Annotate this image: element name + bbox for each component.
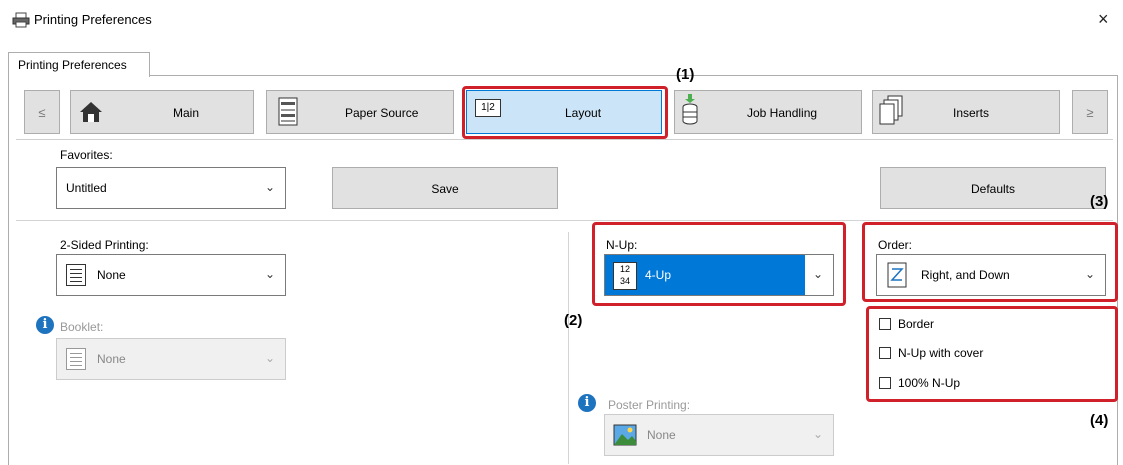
callout-2: (2) [564,312,583,329]
nup-label: N-Up: [606,238,638,252]
info-icon: i [578,394,596,412]
chevron-down-icon: ⌄ [264,351,275,365]
booklet-value: None [97,352,126,366]
chevron-down-icon: ⌄ [264,180,275,194]
nup-value: 4-Up [645,268,672,282]
order-label: Order: [878,238,913,252]
two-sided-label: 2-Sided Printing: [60,238,149,252]
home-icon [80,102,102,122]
favorites-select[interactable]: Untitled ⌄ [56,167,286,209]
scroll-right-button[interactable]: ≥ [1072,90,1108,134]
window-title: Printing Preferences [34,12,152,27]
order-z-icon [887,262,907,288]
chevron-down-icon: ⌄ [264,267,275,281]
nup-select[interactable]: 12 34 4-Up ⌄ [604,254,834,296]
paper-tray-icon [278,97,298,126]
scroll-left-button[interactable]: ≤ [24,90,60,134]
job-handling-icon [682,94,698,125]
document-icon [66,264,86,286]
poster-label: Poster Printing: [608,398,691,412]
nav-inserts-label: Inserts [953,106,990,120]
document-icon [66,348,86,370]
callout-4: (4) [1090,412,1109,429]
nup-with-cover-label: N-Up with cover [898,346,984,360]
full-nup-label: 100% N-Up [898,376,961,390]
chevron-down-icon: ⌄ [812,267,823,281]
order-value: Right, and Down [921,268,1010,282]
full-nup-checkbox[interactable] [879,377,891,389]
border-checkbox[interactable] [879,318,891,330]
section-divider [16,220,1113,221]
poster-select[interactable]: None ⌄ [604,414,834,456]
vertical-divider [568,232,569,464]
border-label: Border [898,317,935,331]
close-button[interactable]: × [1098,9,1109,30]
favorites-label: Favorites: [60,148,113,162]
info-icon: i [36,316,54,334]
nup-with-cover-checkbox[interactable] [879,347,891,359]
nav-paper-source-button[interactable]: Paper Source [266,90,454,134]
callout-3: (3) [1090,193,1109,210]
two-sided-value: None [97,268,126,282]
nav-main-button[interactable]: Main [70,90,254,134]
highlight-box-1 [462,86,668,139]
nav-paper-source-label: Paper Source [345,106,419,120]
two-sided-select[interactable]: None ⌄ [56,254,286,296]
order-select[interactable]: Right, and Down ⌄ [876,254,1106,296]
save-button[interactable]: Save [332,167,558,209]
booklet-select[interactable]: None ⌄ [56,338,286,380]
chevron-down-icon: ⌄ [1084,267,1095,281]
tab-label: Printing Preferences [18,58,127,72]
nav-job-handling-label: Job Handling [747,106,818,120]
booklet-label: Booklet: [60,320,104,334]
inserts-icon [879,95,903,125]
defaults-button[interactable]: Defaults [880,167,1106,209]
favorites-value: Untitled [66,181,107,195]
nup-4-icon: 12 34 [613,262,637,290]
nav-main-label: Main [173,106,200,120]
chevron-down-icon: ⌄ [812,427,823,441]
tab-printing-preferences[interactable]: Printing Preferences [8,52,150,77]
nav-inserts-button[interactable]: Inserts [872,90,1060,134]
printer-icon [12,12,30,28]
callout-1: (1) [676,66,695,83]
title-bar [0,0,1123,40]
poster-image-icon [613,424,637,446]
nav-job-handling-button[interactable]: Job Handling [674,90,862,134]
poster-value: None [647,428,676,442]
